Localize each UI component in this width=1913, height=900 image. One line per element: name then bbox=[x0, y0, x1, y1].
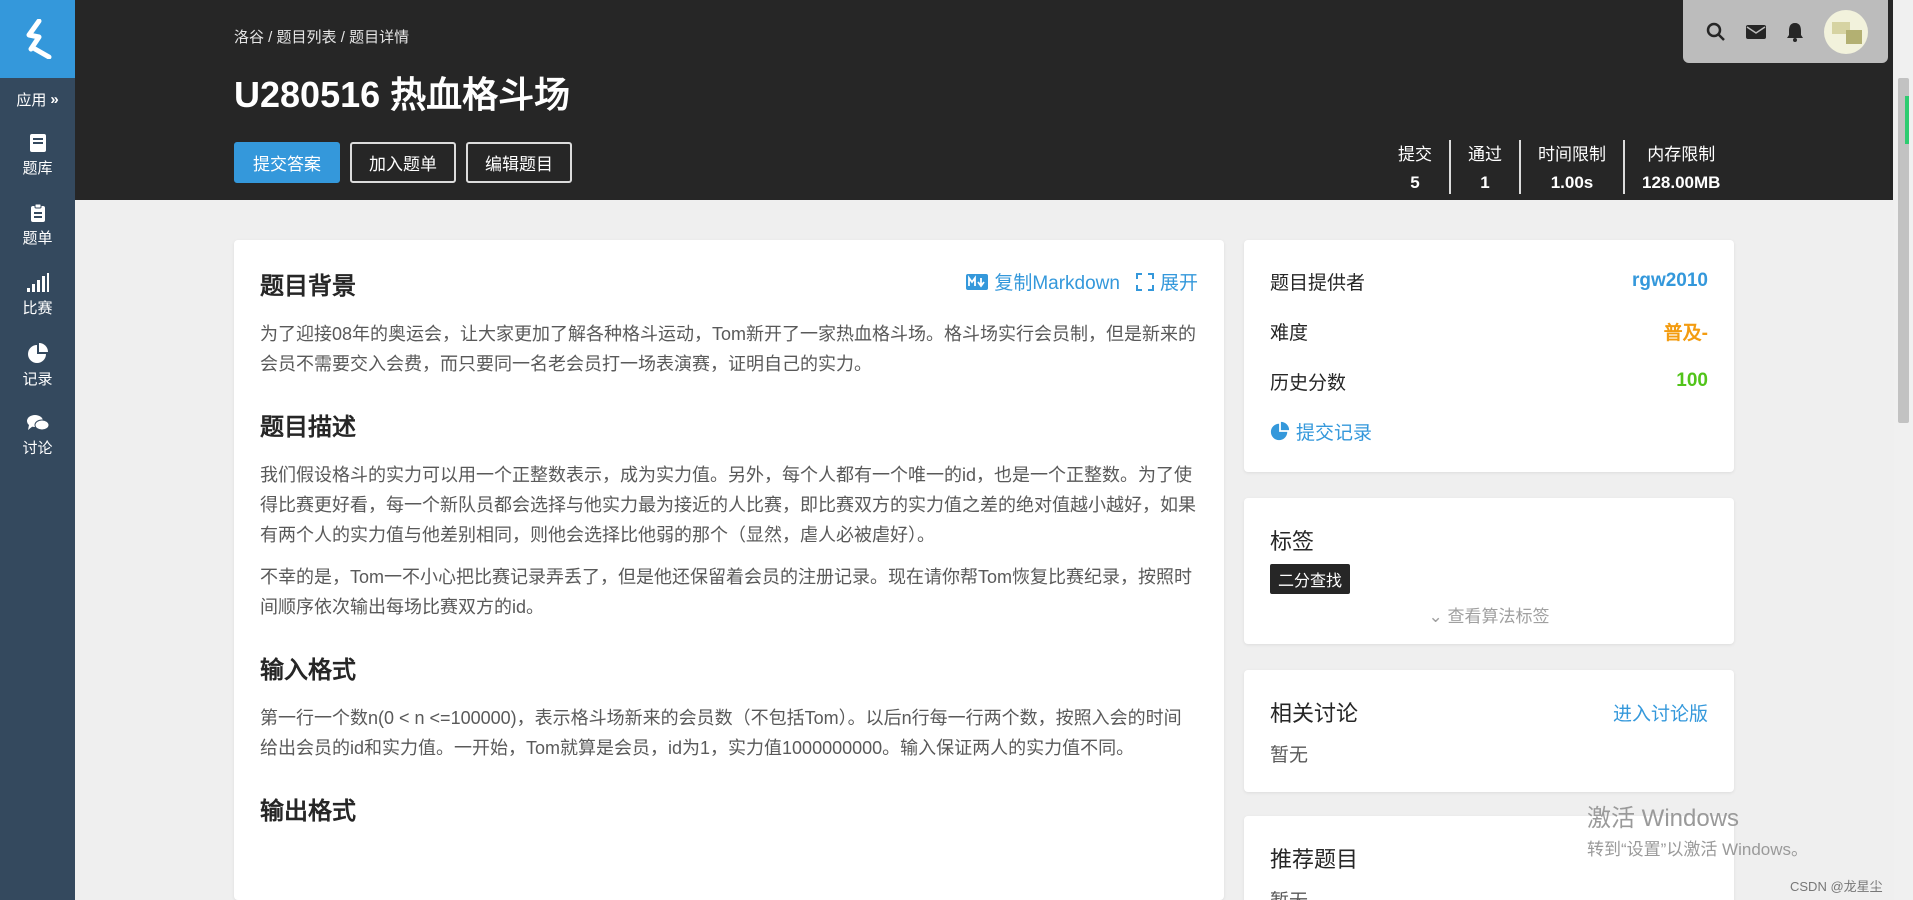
user-topbar bbox=[1683, 0, 1888, 63]
luogu-logo-icon bbox=[26, 19, 51, 59]
section-title: 输出格式 bbox=[260, 798, 356, 825]
edit-problem-button[interactable]: 编辑题目 bbox=[466, 142, 572, 183]
watermark-line2: 转到“设置”以激活 Windows。 bbox=[1587, 840, 1809, 859]
sidebar-item-problem-lists[interactable]: 题单 bbox=[0, 190, 75, 260]
tags-card: 标签 二分查找 ⌄ 查看算法标签 bbox=[1244, 498, 1734, 644]
sidebar-item-contests[interactable]: 比赛 bbox=[0, 260, 75, 330]
apps-label: 应用 bbox=[16, 91, 47, 109]
difficulty-value: 普及- bbox=[1663, 322, 1708, 344]
signal-bars-icon bbox=[26, 272, 49, 292]
section-paragraph: 为了迎接08年的奥运会，让大家更加了解各种格斗运动，Tom新开了一家热血格斗场。… bbox=[260, 324, 1197, 374]
score-row: 历史分数 100 bbox=[1270, 356, 1708, 406]
copy-markdown-label: 复制Markdown bbox=[994, 273, 1120, 294]
watermark-line1: 激活 Windows bbox=[1587, 805, 1740, 832]
copy-markdown-button[interactable]: 复制Markdown bbox=[966, 268, 1120, 295]
clipboard-icon bbox=[30, 203, 45, 222]
section-description: 题目描述 我们假设格斗的实力可以用一个正整数表示，成为实力值。另外，每个人都有一… bbox=[260, 407, 1198, 622]
book-icon bbox=[29, 133, 46, 152]
sidebar-item-label: 记录 bbox=[22, 370, 53, 388]
view-algorithm-tags[interactable]: ⌄ 查看算法标签 bbox=[1270, 602, 1708, 627]
provider-label: 题目提供者 bbox=[1270, 272, 1366, 294]
section-paragraph: 我们假设格斗的实力可以用一个正整数表示，成为实力值。另外，每个人都有一个唯一的i… bbox=[260, 465, 1196, 545]
section-paragraph: 第一行一个数n(0 < n <=100000)，表示格斗场新来的会员数（不包括T… bbox=[260, 708, 1182, 758]
pie-chart-icon bbox=[1270, 421, 1290, 441]
stat-value: 5 bbox=[1410, 173, 1420, 192]
discuss-empty: 暂无 bbox=[1270, 745, 1309, 766]
sidebar-item-label: 比赛 bbox=[22, 299, 53, 317]
stat-value: 128.00MB bbox=[1642, 173, 1721, 192]
section-paragraph: 不幸的是，Tom一不小心把比赛记录弄丢了，但是他还保留着会员的注册记录。现在请你… bbox=[260, 567, 1193, 617]
submissions-link[interactable]: 提交记录 bbox=[1296, 418, 1372, 445]
pie-chart-icon bbox=[27, 342, 48, 363]
stat-submissions: 提交 5 bbox=[1381, 140, 1449, 194]
bell-icon[interactable] bbox=[1786, 22, 1804, 42]
stat-value: 1.00s bbox=[1550, 173, 1594, 192]
discuss-card: 相关讨论 进入讨论版 暂无 bbox=[1244, 670, 1734, 792]
sidebar: 应用 » 题库 题单 比赛 记录 讨论 bbox=[0, 0, 75, 900]
difficulty-row: 难度 普及- bbox=[1270, 306, 1708, 356]
provider-link[interactable]: rgw2010 bbox=[1632, 270, 1708, 292]
submissions-row: 提交记录 bbox=[1270, 406, 1708, 456]
stat-label: 通过 bbox=[1468, 145, 1502, 164]
breadcrumb-problem-detail[interactable]: 题目详情 bbox=[349, 29, 409, 46]
problem-header: 洛谷 / 题目列表 / 题目详情 U280516 热血格斗场 提交答案 加入题单… bbox=[75, 0, 1893, 200]
expand-label: 展开 bbox=[1159, 273, 1198, 294]
stat-label: 提交 bbox=[1398, 145, 1432, 164]
breadcrumb-luogu[interactable]: 洛谷 bbox=[234, 29, 264, 46]
page-scrollbar[interactable] bbox=[1894, 0, 1913, 900]
user-avatar[interactable] bbox=[1824, 9, 1868, 54]
score-label: 历史分数 bbox=[1270, 372, 1347, 394]
sidebar-item-records[interactable]: 记录 bbox=[0, 330, 75, 400]
sidebar-item-discuss[interactable]: 讨论 bbox=[0, 400, 75, 470]
stat-memory-limit: 内存限制 128.00MB bbox=[1623, 140, 1737, 194]
section-input-format: 输入格式 第一行一个数n(0 < n <=100000)，表示格斗场新来的会员数… bbox=[260, 650, 1198, 763]
add-to-list-button[interactable]: 加入题单 bbox=[350, 142, 456, 183]
mail-icon[interactable] bbox=[1746, 24, 1766, 40]
section-output-format: 输出格式 bbox=[260, 791, 1198, 826]
breadcrumb-separator: / bbox=[264, 29, 277, 46]
csdn-credit: CSDN @龙星尘 bbox=[1790, 879, 1883, 894]
tag-badge[interactable]: 二分查找 bbox=[1270, 564, 1351, 594]
sidebar-item-label: 题库 bbox=[22, 159, 53, 177]
scroll-indicator bbox=[1905, 96, 1909, 144]
problem-stats: 提交 5 通过 1 时间限制 1.00s 内存限制 128.00MB bbox=[1381, 140, 1737, 194]
score-value: 100 bbox=[1676, 370, 1708, 391]
chevron-down-icon: ⌄ bbox=[1428, 607, 1443, 626]
sidebar-item-label: 讨论 bbox=[22, 439, 53, 457]
expand-button[interactable]: 展开 bbox=[1135, 268, 1198, 295]
breadcrumb-separator: / bbox=[336, 29, 350, 46]
recommend-empty: 暂无 bbox=[1270, 886, 1708, 900]
stat-value: 1 bbox=[1480, 173, 1490, 192]
section-title: 题目描述 bbox=[260, 414, 356, 441]
sidebar-item-label: 题单 bbox=[22, 229, 53, 247]
sidebar-item-problems[interactable]: 题库 bbox=[0, 120, 75, 190]
view-tags-label: 查看算法标签 bbox=[1447, 607, 1550, 626]
stat-label: 内存限制 bbox=[1647, 145, 1716, 164]
breadcrumb: 洛谷 / 题目列表 / 题目详情 bbox=[234, 26, 409, 47]
comments-icon bbox=[26, 414, 49, 430]
discuss-title: 相关讨论 bbox=[1270, 701, 1359, 726]
section-title: 输入格式 bbox=[260, 657, 356, 684]
difficulty-label: 难度 bbox=[1270, 322, 1309, 344]
tags-title: 标签 bbox=[1270, 529, 1315, 554]
provider-row: 题目提供者 rgw2010 bbox=[1270, 256, 1708, 306]
content-tools: 复制Markdown 展开 bbox=[966, 268, 1198, 295]
problem-info-card: 题目提供者 rgw2010 难度 普及- 历史分数 100 提交记录 bbox=[1244, 240, 1734, 472]
enter-discuss-link[interactable]: 进入讨论版 bbox=[1613, 699, 1708, 726]
page-title: U280516 热血格斗场 bbox=[234, 74, 571, 115]
stat-label: 时间限制 bbox=[1538, 145, 1606, 164]
stat-accepted: 通过 1 bbox=[1449, 140, 1519, 194]
double-chevron-right-icon: » bbox=[50, 90, 59, 108]
markdown-icon bbox=[966, 273, 989, 290]
submit-answer-button[interactable]: 提交答案 bbox=[234, 142, 340, 183]
search-icon[interactable] bbox=[1706, 22, 1726, 42]
expand-icon bbox=[1135, 272, 1154, 291]
problem-content-card: 复制Markdown 展开 题目背景 为了迎接08年的奥运会，让大家更加了解各种… bbox=[234, 240, 1224, 900]
breadcrumb-problem-list[interactable]: 题目列表 bbox=[277, 29, 337, 46]
apps-menu[interactable]: 应用 » bbox=[0, 78, 75, 120]
stat-time-limit: 时间限制 1.00s bbox=[1519, 140, 1623, 194]
windows-activation-watermark: 激活 Windows 转到“设置”以激活 Windows。 bbox=[1587, 798, 1808, 860]
luogu-logo[interactable] bbox=[0, 0, 75, 78]
